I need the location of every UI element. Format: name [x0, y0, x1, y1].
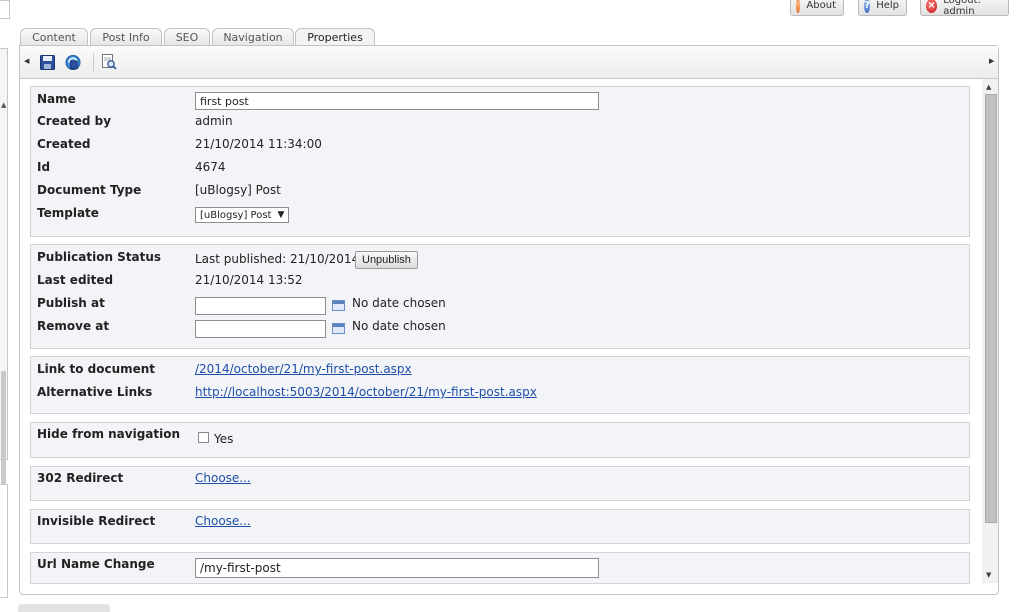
link-to-document[interactable]: /2014/october/21/my-first-post.aspx [195, 362, 412, 376]
save-icon[interactable] [39, 54, 55, 70]
info-panel: Name Created by admin Created 21/10/2014… [30, 86, 970, 237]
id-label: Id [37, 160, 51, 174]
last-edited-label: Last edited [37, 273, 114, 287]
publish-at-note: No date chosen [352, 296, 446, 310]
unpublish-button[interactable]: Unpublish [355, 251, 418, 269]
tab-label: Content [32, 31, 76, 44]
redirect-302-panel: 302 Redirect Choose... [30, 466, 970, 501]
remove-at-note: No date chosen [352, 319, 446, 333]
alternative-link[interactable]: http://localhost:5003/2014/october/21/my… [195, 385, 537, 399]
links-panel: Link to document /2014/october/21/my-fir… [30, 356, 970, 414]
tab-label: Post Info [102, 31, 150, 44]
last-edited-value: 21/10/2014 13:52 [195, 273, 303, 287]
calendar-icon[interactable] [332, 323, 345, 334]
alternative-links-label: Alternative Links [37, 385, 153, 399]
created-by-value: admin [195, 114, 233, 128]
publish-at-field[interactable] [195, 297, 326, 315]
invisible-redirect-choose-link[interactable]: Choose... [195, 514, 251, 528]
scrollbar-thumb[interactable] [985, 94, 997, 523]
document-type-value: [uBlogsy] Post [195, 183, 281, 197]
remove-at-field[interactable] [195, 320, 326, 338]
toolbar-separator [93, 53, 94, 71]
chevron-down-icon: ▼ [277, 210, 285, 220]
tree-panel-scroll[interactable]: ▲ [0, 48, 8, 491]
about-icon [796, 0, 801, 13]
about-label: About [806, 0, 836, 11]
name-field[interactable] [195, 92, 599, 110]
url-name-field[interactable] [195, 558, 599, 578]
publication-panel: Publication Status Last published: 21/10… [30, 244, 970, 349]
calendar-icon[interactable] [332, 300, 345, 311]
help-icon: ? [864, 0, 871, 13]
toolbar-scroll-left-icon[interactable]: ◀ [24, 57, 29, 65]
url-name-change-panel: Url Name Change [30, 552, 970, 584]
template-label: Template [37, 206, 99, 220]
tab-label: Navigation [223, 31, 283, 44]
toolbar: ◀ ▶ [20, 46, 998, 79]
tree-panel-top [0, 0, 10, 19]
remove-at-label: Remove at [37, 319, 110, 333]
about-button[interactable]: About [790, 0, 844, 16]
name-label: Name [37, 92, 76, 106]
tab-navigation[interactable]: Navigation [212, 28, 294, 45]
hide-navigation-panel: Hide from navigation Yes [30, 422, 970, 458]
publication-status-label: Publication Status [37, 250, 162, 264]
tab-content[interactable]: Content [20, 28, 88, 45]
tab-seo[interactable]: SEO [164, 28, 210, 45]
invisible-redirect-label: Invisible Redirect [37, 514, 156, 528]
id-value: 4674 [195, 160, 226, 174]
help-label: Help [876, 0, 899, 11]
logout-label: Logout: admin [943, 0, 981, 17]
template-selected-value: [uBlogsy] Post [200, 209, 272, 221]
tab-properties[interactable]: Properties [295, 28, 375, 46]
scroll-up-icon[interactable]: ▲ [986, 83, 991, 91]
content-scrollbar[interactable]: ▲ ▼ [982, 79, 998, 583]
publish-at-label: Publish at [37, 296, 105, 310]
toolbar-scroll-right-icon[interactable]: ▶ [989, 57, 994, 65]
created-label: Created [37, 137, 91, 151]
hide-from-navigation-label: Hide from navigation [37, 427, 181, 441]
preview-icon[interactable] [101, 54, 117, 70]
tree-panel-edge: ▲ [0, 0, 10, 610]
help-button[interactable]: ? Help [858, 0, 907, 16]
publication-status-value: Last published: 21/10/2014 [195, 252, 360, 266]
scroll-down-icon[interactable]: ▼ [986, 571, 991, 579]
logout-button[interactable]: × Logout: admin [920, 0, 1009, 17]
hide-option-label: Yes [214, 432, 234, 446]
invisible-redirect-panel: Invisible Redirect Choose... [30, 509, 970, 544]
hide-from-navigation-checkbox[interactable] [198, 432, 209, 443]
tab-label: Properties [307, 31, 363, 44]
template-select[interactable]: [uBlogsy] Post ▼ [195, 207, 290, 223]
redirect-302-label: 302 Redirect [37, 471, 124, 485]
redirect-302-choose-link[interactable]: Choose... [195, 471, 251, 485]
created-by-label: Created by [37, 114, 112, 128]
tree-scrollbar-thumb[interactable] [1, 371, 6, 491]
url-name-change-label: Url Name Change [37, 557, 155, 571]
link-to-document-label: Link to document [37, 362, 156, 376]
tab-label: SEO [175, 31, 199, 44]
tab-post-info[interactable]: Post Info [90, 28, 162, 45]
properties-pane: ◀ ▶ ▲ ▼ Name Created by admin Created 21… [19, 45, 999, 595]
logout-icon: × [926, 0, 938, 13]
scroll-up-icon[interactable]: ▲ [1, 101, 6, 109]
tree-panel-bottom [0, 484, 8, 598]
bottom-tab-edge [18, 604, 110, 612]
created-value: 21/10/2014 11:34:00 [195, 137, 322, 151]
document-type-label: Document Type [37, 183, 142, 197]
save-and-publish-icon[interactable] [65, 54, 81, 70]
